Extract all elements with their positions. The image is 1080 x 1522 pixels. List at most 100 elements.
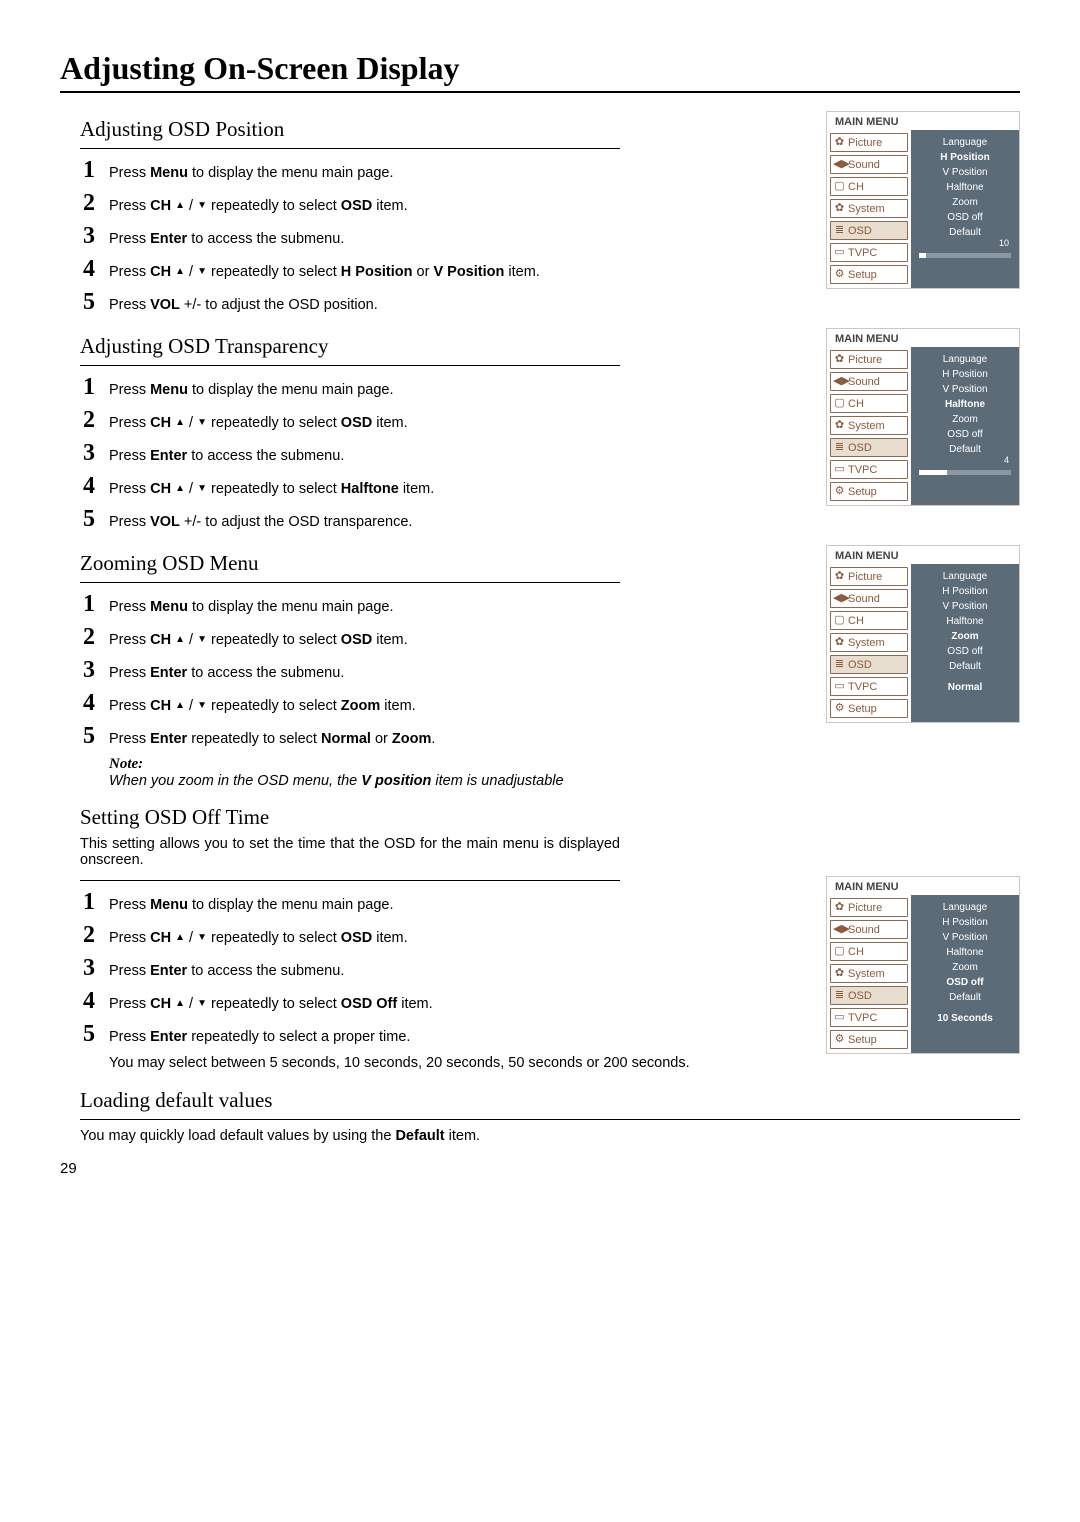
osd-left-item-setup[interactable]: ⚙Setup (830, 1030, 908, 1049)
step-text: Press Enter to access the submenu. (109, 664, 344, 684)
osd-left-item-tvpc[interactable]: ▭TVPC (830, 1008, 908, 1027)
picture-icon: ✿ (833, 137, 846, 148)
setup-icon: ⚙ (833, 703, 846, 714)
osd-left-item-label: Picture (848, 902, 882, 914)
step-number: 2 (80, 407, 95, 434)
osd-panel-zoom: MAIN MENU✿Picture◀▶Sound▢CH✿System≣OSD▭T… (826, 545, 1020, 723)
step-text: Press Enter to access the submenu. (109, 962, 344, 982)
osd-left-item-label: Sound (848, 376, 880, 388)
osd-sub-item[interactable]: Halftone (946, 946, 983, 960)
step-number: 3 (80, 440, 95, 467)
osd-title: MAIN MENU (827, 329, 1019, 347)
osd-left-item-ch[interactable]: ▢CH (830, 611, 908, 630)
osd-left-item-osd[interactable]: ≣OSD (830, 655, 908, 674)
picture-icon: ✿ (833, 902, 846, 913)
osd-left-item-sound[interactable]: ◀▶Sound (830, 920, 908, 939)
osd-sub-item[interactable]: OSD off (947, 645, 982, 659)
ch-icon: ▢ (833, 615, 846, 626)
osd-sub-item[interactable]: H Position (942, 916, 988, 930)
osd-left-item-system[interactable]: ✿System (830, 633, 908, 652)
step-text: Press CH ▲ / ▼ repeatedly to select OSD … (109, 197, 408, 217)
osd-sub-item[interactable]: Zoom (951, 630, 978, 644)
osd-left-item-system[interactable]: ✿System (830, 416, 908, 435)
osd-sub-item[interactable]: V Position (942, 600, 987, 614)
osd-panel-transparency: MAIN MENU ✿Picture ◀▶Sound ▢CH ✿System ≣OSD ▭T… (826, 328, 1020, 506)
osd-left-item-osd[interactable]: ≣OSD (830, 438, 908, 457)
osd-title: MAIN MENU (827, 112, 1019, 130)
osd-left-item-tvpc[interactable]: ▭TVPC (830, 677, 908, 696)
osd-left-item-system[interactable]: ✿System (830, 964, 908, 983)
osd-left-item-label: Sound (848, 159, 880, 171)
step-number: 1 (80, 374, 95, 401)
osd-sub-item[interactable]: V Position (942, 166, 987, 180)
osd-left-item-picture[interactable]: ✿Picture (830, 133, 908, 152)
osd-sub-item[interactable]: Halftone (945, 398, 985, 412)
osd-left-item-setup[interactable]: ⚙Setup (830, 699, 908, 718)
step-text: Press CH ▲ / ▼ repeatedly to select OSD … (109, 414, 408, 434)
osd-left-item-label: Sound (848, 593, 880, 605)
osd-value: Normal (915, 681, 1015, 695)
osd-sub-item[interactable]: Zoom (952, 961, 978, 975)
osd-sub-item[interactable]: H Position (942, 368, 988, 382)
step-number: 3 (80, 657, 95, 684)
osd-left-item-osd[interactable]: ≣OSD (830, 986, 908, 1005)
osd-sub-item[interactable]: V Position (942, 931, 987, 945)
divider (80, 365, 620, 366)
osd-sub-item[interactable]: Halftone (946, 615, 983, 629)
osd-left-item-system[interactable]: ✿System (830, 199, 908, 218)
osd-sub-item[interactable]: Default (949, 226, 981, 240)
osd-left-item-picture[interactable]: ✿Picture (830, 567, 908, 586)
osd-sub-item[interactable]: V Position (942, 383, 987, 397)
osd-icon: ≣ (833, 442, 846, 453)
osd-sub-item[interactable]: Default (949, 660, 981, 674)
picture-icon: ✿ (833, 571, 846, 582)
osd-sub-item[interactable]: H Position (940, 151, 989, 165)
osd-left-item-label: OSD (848, 990, 872, 1002)
osd-left-item-sound[interactable]: ◀▶Sound (830, 155, 908, 174)
system-icon: ✿ (833, 420, 846, 431)
step-text: Press CH ▲ / ▼ repeatedly to select Half… (109, 480, 434, 500)
osd-progress-bar[interactable] (919, 470, 1011, 475)
osd-sub-item[interactable]: Zoom (952, 413, 978, 427)
osd-sub-item[interactable]: OSD off (946, 976, 983, 990)
osd-progress-bar[interactable] (919, 253, 1011, 258)
osd-left-item-label: OSD (848, 225, 872, 237)
sound-icon: ◀▶ (833, 159, 846, 170)
step-number: 4 (80, 473, 95, 500)
osd-sub-item[interactable]: Language (943, 901, 988, 915)
osd-left-item-tvpc[interactable]: ▭TVPC (830, 243, 908, 262)
osd-sub-item[interactable]: Default (949, 991, 981, 1005)
osd-left-item-setup[interactable]: ⚙Setup (830, 482, 908, 501)
osd-sub-item[interactable]: OSD off (947, 211, 982, 225)
step-text: Press CH ▲ / ▼ repeatedly to select OSD … (109, 631, 408, 651)
osd-sub-item[interactable]: Halftone (946, 181, 983, 195)
osd-left-item-picture[interactable]: ✿Picture (830, 350, 908, 369)
system-icon: ✿ (833, 203, 846, 214)
step-number: 1 (80, 157, 95, 184)
osd-sub-item[interactable]: H Position (942, 585, 988, 599)
osd-sub-item[interactable]: Language (943, 570, 988, 584)
osd-left-item-ch[interactable]: ▢CH (830, 394, 908, 413)
osd-sub-item[interactable]: OSD off (947, 428, 982, 442)
osd-left-item-osd[interactable]: ≣OSD (830, 221, 908, 240)
osd-left-item-label: TVPC (848, 247, 877, 259)
divider (80, 880, 620, 881)
steps-offtime: 1Press Menu to display the menu main pag… (80, 889, 635, 1048)
step-text: Press CH ▲ / ▼ repeatedly to select H Po… (109, 263, 540, 283)
osd-sub-item[interactable]: Default (949, 443, 981, 457)
osd-left-item-tvpc[interactable]: ▭TVPC (830, 460, 908, 479)
osd-sub-item[interactable]: Language (943, 136, 988, 150)
osd-left-item-ch[interactable]: ▢CH (830, 942, 908, 961)
osd-left-item-ch[interactable]: ▢CH (830, 177, 908, 196)
osd-left-item-label: CH (848, 398, 864, 410)
setup-icon: ⚙ (833, 1034, 846, 1045)
osd-sub-item[interactable]: Language (943, 353, 988, 367)
osd-sub-item[interactable]: Zoom (952, 196, 978, 210)
osd-left-item-picture[interactable]: ✿Picture (830, 898, 908, 917)
osd-left-item-sound[interactable]: ◀▶Sound (830, 372, 908, 391)
divider (80, 1119, 1020, 1120)
osd-left-item-setup[interactable]: ⚙Setup (830, 265, 908, 284)
step-text: Press Menu to display the menu main page… (109, 164, 394, 184)
divider (80, 148, 620, 149)
osd-left-item-sound[interactable]: ◀▶Sound (830, 589, 908, 608)
